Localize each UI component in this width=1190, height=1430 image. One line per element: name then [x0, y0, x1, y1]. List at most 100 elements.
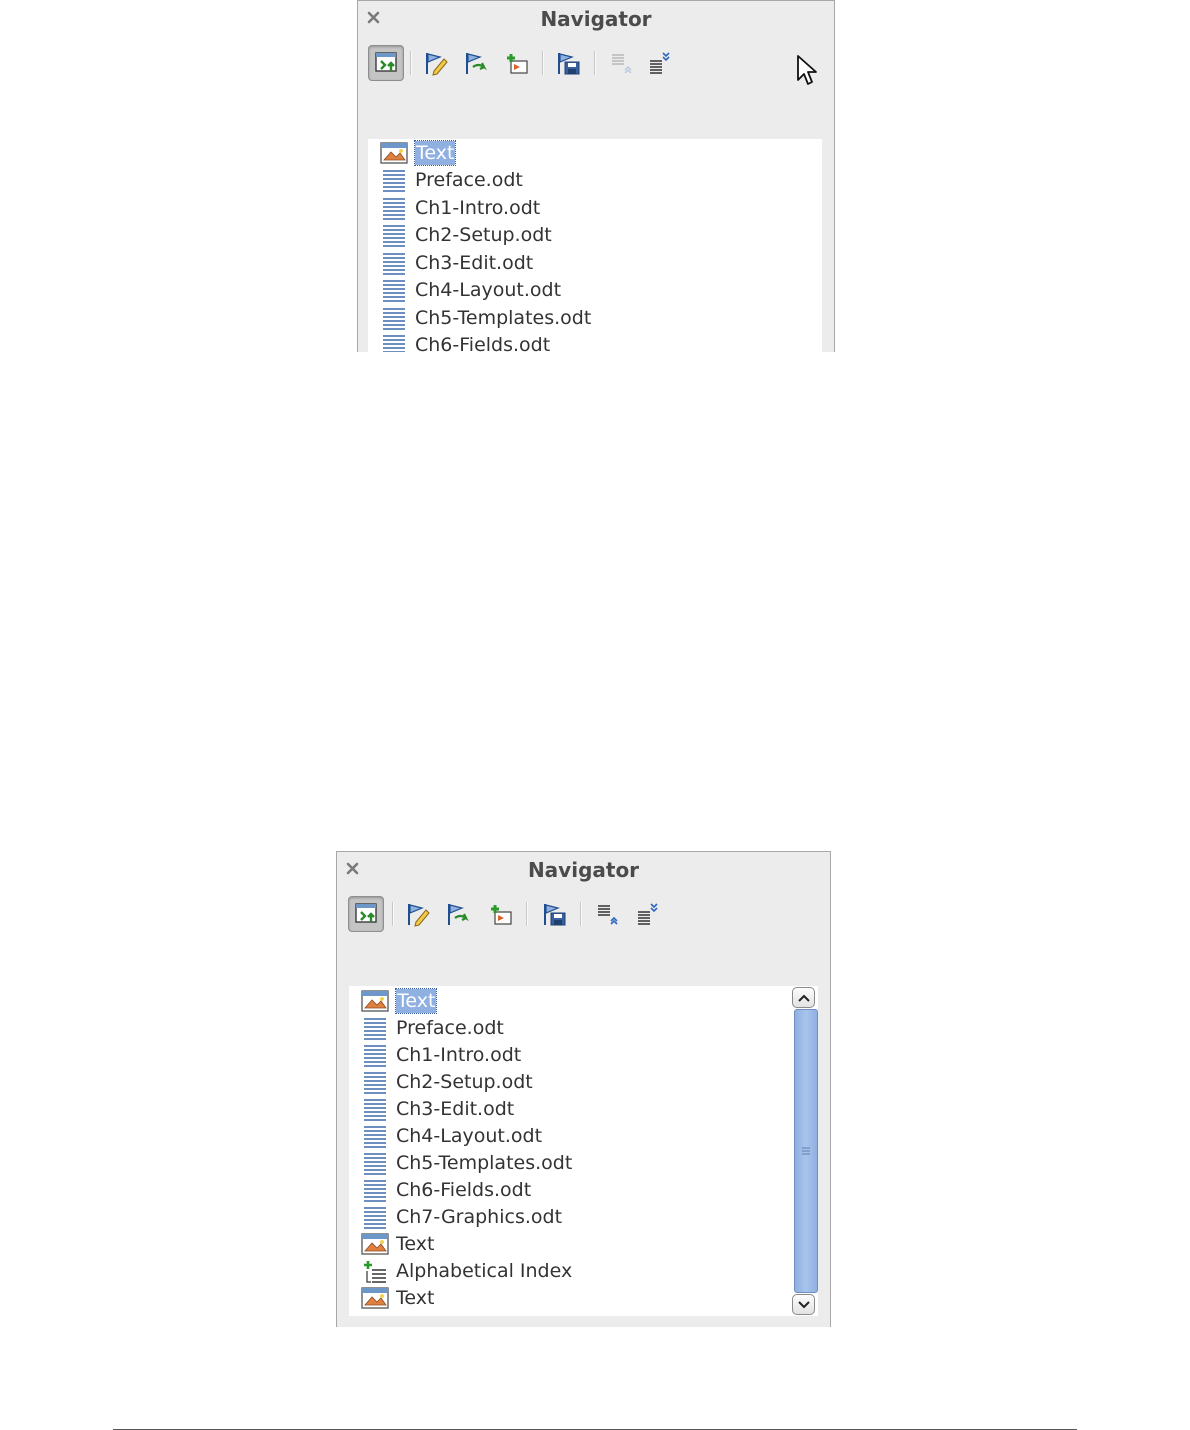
- edit-icon: [426, 53, 448, 76]
- panel-title: Navigator: [540, 7, 652, 31]
- insert-icon: [491, 905, 512, 925]
- content-tree: Text Preface.odt Ch1-Intro.odt Ch2-Setup…: [349, 986, 818, 1316]
- toolbar: [366, 45, 826, 85]
- move-up-icon: [612, 54, 632, 74]
- document-icon: [361, 1177, 389, 1203]
- move-up-icon: [598, 905, 618, 925]
- tree-item-label: Text: [396, 1286, 435, 1309]
- tree-item-label: Ch5-Templates.odt: [396, 1151, 573, 1174]
- panel-title: Navigator: [527, 858, 640, 882]
- picture-icon: [380, 140, 408, 166]
- document-icon: [361, 1204, 389, 1230]
- tree-item[interactable]: Alphabetical Index: [361, 1257, 572, 1284]
- tree-item-label: Ch1-Intro.odt: [415, 196, 541, 219]
- update-icon: [448, 904, 469, 925]
- tree-item[interactable]: Ch4-Layout.odt: [361, 1122, 542, 1149]
- toggle-master-view-button[interactable]: [368, 45, 404, 81]
- titlebar: Navigator: [358, 1, 834, 37]
- picture-icon: [361, 1285, 389, 1311]
- tree-item[interactable]: Ch3-Edit.odt: [361, 1095, 514, 1122]
- save-contents-button[interactable]: [552, 47, 584, 79]
- scroll-thumb[interactable]: [794, 1009, 818, 1293]
- save-contents-icon: [558, 53, 580, 75]
- document-icon: [361, 1150, 389, 1176]
- tree-item[interactable]: Text: [361, 1230, 434, 1257]
- scroll-up-button[interactable]: [792, 987, 815, 1008]
- vertical-scrollbar[interactable]: [790, 986, 818, 1316]
- tree-item-label: Ch4-Layout.odt: [415, 278, 562, 301]
- insert-button[interactable]: [484, 898, 516, 930]
- tree-item[interactable]: Text: [380, 139, 457, 166]
- tree-item-label: Ch3-Edit.odt: [415, 251, 534, 274]
- tree-item-label: Ch2-Setup.odt: [396, 1070, 533, 1093]
- tree-item[interactable]: Preface.odt: [380, 166, 523, 193]
- document-icon: [380, 222, 408, 248]
- tree-item-label: Ch5-Templates.odt: [415, 306, 592, 329]
- document-icon: [380, 195, 408, 221]
- move-down-button[interactable]: [642, 47, 674, 79]
- content-tree: Text Preface.odt Ch1-Intro.odt Ch2-Setup…: [368, 139, 822, 352]
- tree-item[interactable]: Ch3-Edit.odt: [380, 249, 533, 276]
- tree-item[interactable]: Ch4-Layout.odt: [380, 276, 561, 303]
- tree-item-label: Ch6-Fields.odt: [396, 1178, 532, 1201]
- tree-item-label: Preface.odt: [396, 1016, 504, 1039]
- tree-item[interactable]: Ch2-Setup.odt: [380, 221, 552, 248]
- document-icon: [361, 1096, 389, 1122]
- tree-item-label: Alphabetical Index: [396, 1259, 573, 1282]
- titlebar: Navigator: [337, 852, 830, 888]
- tree-item-label: Text: [413, 139, 457, 166]
- update-button[interactable]: [460, 47, 492, 79]
- toggle-master-view-icon: [355, 903, 377, 923]
- edit-icon: [408, 904, 430, 927]
- tree-item-label: Ch4-Layout.odt: [396, 1124, 543, 1147]
- document-icon: [380, 250, 408, 276]
- document-icon: [380, 332, 408, 352]
- update-button[interactable]: [442, 898, 474, 930]
- scroll-down-button[interactable]: [792, 1294, 815, 1315]
- update-icon: [466, 53, 487, 74]
- document-icon: [380, 277, 408, 303]
- toggle-master-view-icon: [375, 52, 397, 72]
- tree-item[interactable]: Ch1-Intro.odt: [380, 194, 540, 221]
- chevron-up-icon: [797, 994, 810, 1002]
- tree-item[interactable]: Ch2-Setup.odt: [361, 1068, 533, 1095]
- tree-item-label: Text: [396, 1232, 435, 1255]
- scroll-track[interactable]: [794, 1009, 818, 1293]
- move-down-icon: [650, 52, 670, 74]
- tree-item[interactable]: Ch6-Fields.odt: [361, 1176, 531, 1203]
- tree-item[interactable]: Text: [361, 987, 438, 1014]
- tree-item[interactable]: Ch5-Templates.odt: [380, 304, 591, 331]
- move-down-button[interactable]: [630, 898, 662, 930]
- tree-item[interactable]: Ch6-Fields.odt: [380, 331, 550, 352]
- tree-item-label: Preface.odt: [415, 168, 523, 191]
- tree-item[interactable]: Text: [361, 1284, 434, 1311]
- mouse-cursor-icon: [797, 55, 817, 85]
- grip-icon: [802, 1147, 810, 1155]
- tree-item[interactable]: Ch5-Templates.odt: [361, 1149, 572, 1176]
- edit-button[interactable]: [420, 47, 452, 79]
- toggle-master-view-button[interactable]: [348, 896, 384, 932]
- tree-item[interactable]: Preface.odt: [361, 1014, 504, 1041]
- document-icon: [361, 1123, 389, 1149]
- tree-item-label: Ch6-Fields.odt: [415, 333, 551, 353]
- move-up-button[interactable]: [590, 898, 622, 930]
- chevron-down-icon: [797, 1300, 810, 1308]
- save-contents-icon: [544, 904, 566, 926]
- tree-item-label: Ch3-Edit.odt: [396, 1097, 515, 1120]
- index-icon: [361, 1258, 389, 1284]
- tree-item[interactable]: Ch1-Intro.odt: [361, 1041, 521, 1068]
- tree-item-label: Ch2-Setup.odt: [415, 223, 552, 246]
- picture-icon: [361, 1231, 389, 1257]
- document-icon: [361, 1069, 389, 1095]
- insert-button[interactable]: [500, 47, 532, 79]
- tree-item[interactable]: Ch7-Graphics.odt: [361, 1203, 562, 1230]
- navigator-panel-top: Navigator Text Preface.odt Ch1-Intro.odt…: [357, 0, 835, 352]
- document-icon: [361, 1042, 389, 1068]
- navigator-panel-bottom: Navigator Text Preface.odt Ch1-Intro.odt…: [336, 851, 831, 1327]
- picture-icon: [361, 988, 389, 1014]
- insert-icon: [507, 54, 528, 74]
- move-up-button[interactable]: [604, 47, 636, 79]
- edit-button[interactable]: [402, 898, 434, 930]
- document-icon: [380, 167, 408, 193]
- save-contents-button[interactable]: [538, 898, 570, 930]
